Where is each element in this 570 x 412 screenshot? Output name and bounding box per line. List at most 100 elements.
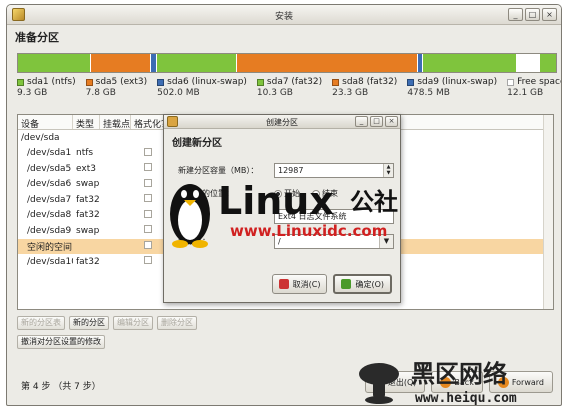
partition-segment [18,54,90,72]
format-checkbox[interactable] [144,194,152,203]
table-scrollbar[interactable] [543,115,553,309]
maximize-button[interactable]: □ [525,8,540,21]
legend-swatch [407,78,415,86]
legend-size: 502.0 MB [157,88,200,98]
format-checkbox[interactable] [144,225,152,234]
cell-type: ext3 [76,163,96,174]
legend-item: sda1 (ntfs) 9.3 GB [17,77,76,98]
legend-name: sda1 (ntfs) [27,77,76,87]
cell-device: /dev/sda9 [27,225,72,236]
legend-swatch [157,78,165,86]
column-format[interactable]: 格式化？ [131,115,167,129]
use-as-combo[interactable]: Ext4 日志文件系统 [274,209,394,224]
ok-label: 确定(O) [355,279,384,289]
partition-legend: sda1 (ntfs) 9.3 GB sda5 (ext3) 7.8 GB sda6 (… [17,77,562,98]
back-label: Back [454,377,474,387]
new-partition-button[interactable]: 新的分区 [69,316,109,330]
legend-swatch [256,78,264,86]
legend-name: Free space [517,77,562,87]
location-end-label: 结束 [322,189,338,198]
quit-label: 退出(Q) [387,377,417,387]
legend-name: sda6 (linux-swap) [167,77,247,87]
legend-swatch [332,78,340,86]
forward-arrow-icon [497,376,509,388]
partition-segment [516,54,540,72]
legend-item: sda6 (linux-swap) 502.0 MB [157,77,247,98]
format-checkbox[interactable] [144,240,152,249]
edit-partition-button[interactable]: 编辑分区 [113,316,153,330]
column-type[interactable]: 类型 [73,115,100,129]
cell-device: /dev/sda8 [27,210,72,221]
legend-item: sda7 (fat32) 10.3 GB [256,77,323,98]
quit-icon [373,376,385,388]
cancel-button[interactable]: 取消(C) [271,274,328,294]
cell-device: /dev/sda7 [27,194,72,205]
ok-icon [341,279,352,289]
spin-arrows-icon[interactable]: ▲ ▼ [383,164,393,177]
create-partition-dialog: 创建分区 _ □ × 创建新分区 新建分区容量（MB）： 12987 ▲ ▼ 新分… [163,114,401,303]
location-end-radio[interactable] [312,189,320,198]
cell-type: ntfs [76,148,94,159]
forward-label: Forward [511,377,544,387]
location-label: 新分区的位置： [178,189,234,198]
size-spinbox[interactable]: 12987 ▲ ▼ [274,163,394,178]
location-start-label: 开始 [284,189,300,198]
format-checkbox[interactable] [144,209,152,218]
dialog-title-bar[interactable]: 创建分区 _ □ × [164,115,400,129]
partition-segment [422,54,516,72]
new-partition-table-button[interactable]: 新的分区表 [17,316,65,330]
mount-point-combo[interactable]: / ▼ [274,234,394,249]
dialog-close-button[interactable]: × [385,116,398,127]
title-bar[interactable]: 安装 _ □ × [7,5,561,25]
legend-name: sda8 (fat32) [342,77,398,87]
partition-segment [237,54,417,72]
cell-device: /dev/sda10 [27,256,73,267]
legend-size: 9.3 GB [17,88,48,98]
legend-item: Free space 12.1 GB [507,77,562,98]
legend-item: sda9 (linux-swap) 478.5 MB [407,77,497,98]
legend-name: sda9 (linux-swap) [417,77,498,87]
use-as-value: Ext4 日志文件系统 [278,212,347,221]
size-label: 新建分区容量（MB）： [178,166,259,175]
quit-button[interactable]: 退出(Q) [364,371,426,393]
close-button[interactable]: × [542,8,557,21]
format-checkbox[interactable] [144,178,152,187]
ok-button[interactable]: 确定(O) [333,274,392,294]
delete-partition-button[interactable]: 删除分区 [157,316,197,330]
legend-size: 7.8 GB [85,88,116,98]
mount-value: / [278,237,281,246]
dialog-minimize-button[interactable]: _ [355,116,368,127]
legend-name: sda7 (fat32) [266,77,323,87]
legend-swatch [85,78,93,86]
cell-device: /dev/sda6 [27,179,72,190]
format-checkbox[interactable] [144,163,152,172]
minimize-button[interactable]: _ [508,8,523,21]
format-checkbox[interactable] [144,147,152,156]
location-start-radio[interactable] [274,189,282,198]
undo-changes-button[interactable]: 撤消对分区设置的修改 [17,335,105,349]
dialog-maximize-button[interactable]: □ [370,116,383,127]
chevron-down-icon[interactable]: ▼ [379,235,393,248]
forward-button[interactable]: Forward [488,371,553,393]
legend-item: sda8 (fat32) 23.3 GB [332,77,397,98]
partition-segment [540,54,556,72]
back-button[interactable]: Back [431,371,483,393]
dialog-heading: 创建新分区 [172,138,222,149]
cell-type: fat32 [76,194,100,205]
column-device[interactable]: 设备 [18,115,73,129]
partition-bar [17,53,557,73]
legend-name: sda5 (ext3) [95,77,148,87]
partition-segment [156,54,237,72]
cell-device: /dev/sda [21,132,60,143]
window-title: 安装 [274,12,293,22]
legend-size: 12.1 GB [507,88,544,98]
cancel-label: 取消(C) [292,279,321,289]
legend-swatch [17,78,24,86]
legend-size: 10.3 GB [256,88,293,98]
format-checkbox[interactable] [144,256,152,265]
cell-device: /dev/sda1 [27,148,72,159]
cell-device: /dev/sda5 [27,163,72,174]
column-mount[interactable]: 挂载点 [100,115,131,129]
legend-size: 23.3 GB [332,88,369,98]
back-arrow-icon [440,376,452,388]
